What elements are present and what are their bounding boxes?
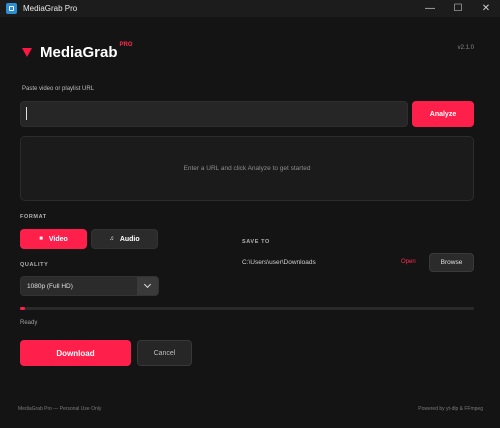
quality-select[interactable]: 1080p (Full HD) <box>20 276 159 296</box>
save-to-label: SAVE TO <box>242 239 270 245</box>
preview-panel: Enter a URL and click Analyze to get sta… <box>20 136 474 201</box>
download-button[interactable]: Download <box>20 340 131 366</box>
chevron-down-icon[interactable] <box>137 277 158 295</box>
format-audio-button[interactable]: ♫ Audio <box>91 229 158 249</box>
app-header: MediaGrab PRO <box>22 42 133 61</box>
close-button[interactable]: ✕ <box>472 0 500 17</box>
brand-tag: PRO <box>119 42 133 48</box>
format-video-label: Video <box>48 235 68 243</box>
url-input[interactable] <box>20 101 408 127</box>
logo-icon <box>22 48 32 57</box>
open-folder-link[interactable]: Open <box>401 259 416 265</box>
brand-name: MediaGrab <box>40 44 118 61</box>
progress-bar <box>20 307 474 310</box>
format-video-button[interactable]: ■ Video <box>20 229 87 249</box>
quality-value: 1080p (Full HD) <box>27 282 73 290</box>
format-label: FORMAT <box>20 214 47 220</box>
window-controls: — ☐ ✕ <box>416 0 500 17</box>
quality-label: QUALITY <box>20 262 49 268</box>
footer-license: MediaGrab Pro — Personal Use Only <box>18 406 102 412</box>
preview-empty-text: Enter a URL and click Analyze to get sta… <box>183 165 311 172</box>
window-title: MediaGrab Pro <box>23 4 78 13</box>
url-label: Paste video or playlist URL <box>22 86 95 92</box>
title-bar: MediaGrab Pro — ☐ ✕ <box>0 0 500 17</box>
video-icon: ■ <box>39 236 43 242</box>
status-text: Ready <box>20 320 38 326</box>
analyze-button[interactable]: Analyze <box>412 101 474 127</box>
text-cursor <box>26 107 27 120</box>
footer-credits: Powered by yt-dlp & FFmpeg <box>418 406 483 412</box>
save-path: C:\Users\user\Downloads <box>242 259 316 266</box>
progress-fill <box>20 307 25 310</box>
music-icon: ♫ <box>109 236 114 242</box>
minimize-button[interactable]: — <box>416 0 444 17</box>
cancel-button[interactable]: Cancel <box>137 340 192 366</box>
maximize-button[interactable]: ☐ <box>444 0 472 17</box>
browse-button[interactable]: Browse <box>429 253 474 272</box>
app-icon <box>6 3 17 14</box>
version-label: v2.1.0 <box>457 45 474 51</box>
format-audio-label: Audio <box>119 235 140 243</box>
